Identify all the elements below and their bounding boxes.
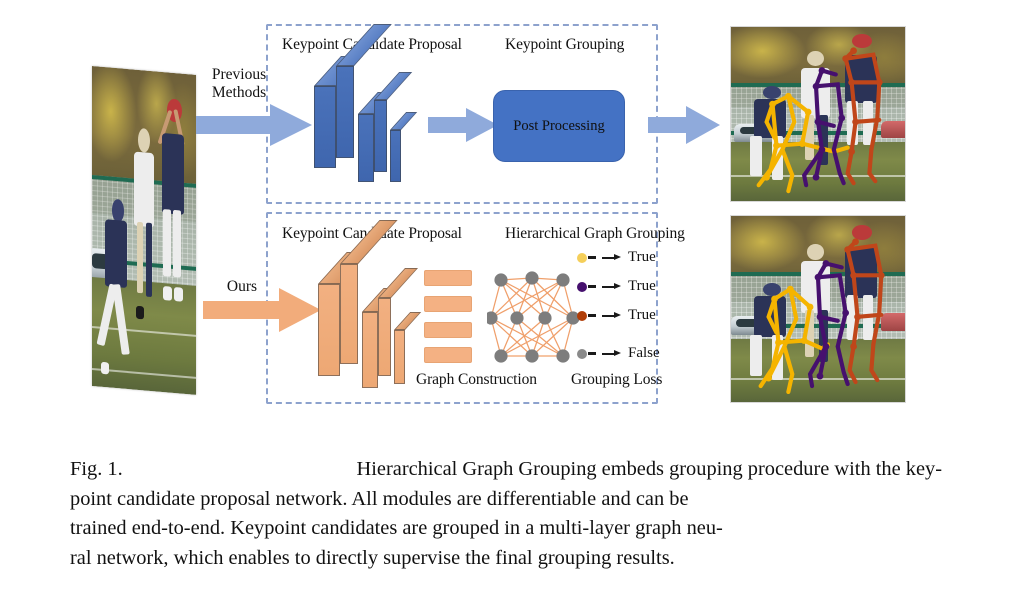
- player-navy-40: [96, 198, 138, 377]
- caption-figure-label: Fig. 1.: [70, 458, 123, 480]
- stage-label-keypoint-grouping: Keypoint Grouping: [505, 36, 625, 53]
- grouping-legend: True True True False: [577, 243, 685, 368]
- player-navy-40: [745, 86, 801, 190]
- caption-line-1-rest: Hierarchical Graph Grouping embeds group…: [356, 458, 942, 480]
- legend-label: True: [628, 307, 656, 323]
- player-white-9: [794, 51, 843, 176]
- graph-bar: [424, 322, 472, 338]
- legend-label: False: [628, 345, 660, 361]
- caption-line-4: ral network, which enables to directly s…: [70, 546, 675, 569]
- legend-dot-icon: [577, 348, 587, 359]
- caption-line-1: Fig. 1. Hierarchical Graph Grouping embe…: [70, 455, 942, 485]
- stage-label-hierarchical-graph-grouping: Hierarchical Graph Grouping: [505, 225, 685, 242]
- legend-arrow-icon: [602, 349, 621, 359]
- arrow-postprocessing-to-result: [648, 106, 722, 144]
- previous-methods-label-line2: Methods: [211, 84, 267, 102]
- player-white-9: [794, 243, 843, 374]
- figure-caption: Fig. 1. Hierarchical Graph Grouping embe…: [70, 455, 942, 573]
- legend-dot-icon: [577, 252, 587, 263]
- legend-arrow-icon: [602, 253, 621, 263]
- graph-construction-label: Graph Construction: [416, 371, 537, 388]
- legend-stub-icon: [588, 285, 596, 288]
- grouping-loss-label: Grouping Loss: [571, 371, 663, 388]
- legend-arrow-icon: [602, 282, 621, 292]
- legend-dot-icon: [577, 281, 587, 292]
- legend-arrow-icon: [602, 311, 621, 321]
- legend-row: False: [577, 339, 685, 368]
- result-photo-ours: [730, 215, 906, 403]
- caption-line-2: point candidate proposal network. All mo…: [70, 487, 689, 510]
- graph-construction-bars: [424, 270, 476, 363]
- input-photo: [92, 66, 196, 395]
- legend-stub-icon: [588, 314, 596, 317]
- cnn-blocks-blue: [312, 24, 418, 182]
- legend-stub-icon: [588, 352, 596, 355]
- legend-label: True: [628, 278, 656, 294]
- post-processing-box[interactable]: Post Processing: [493, 90, 625, 162]
- graph-bar: [424, 270, 472, 286]
- previous-methods-label-line1: Previous: [211, 66, 267, 83]
- legend-label: True: [628, 249, 656, 265]
- legend-row: True: [577, 272, 685, 301]
- arrow-input-to-cnn-top: [196, 104, 312, 146]
- figure-diagram: Previous Methods Keypoint Candidate Prop…: [0, 0, 1011, 435]
- graph-bar: [424, 347, 472, 363]
- legend-stub-icon: [588, 256, 596, 259]
- graph-bar: [424, 296, 472, 312]
- caption-line-3: trained end-to-end. Keypoint candidates …: [70, 517, 723, 540]
- legend-dot-icon: [577, 310, 587, 321]
- post-processing-label: Post Processing: [513, 117, 605, 134]
- arrow-cnn-to-postprocessing: [428, 108, 500, 142]
- cnn-blocks-orange: [316, 220, 422, 388]
- arrow-input-to-cnn-bottom: [203, 288, 321, 332]
- legend-row: True: [577, 243, 685, 272]
- player-navy-40: [745, 282, 801, 391]
- legend-row: True: [577, 301, 685, 330]
- graph-neural-network: [487, 268, 583, 366]
- previous-methods-label: Previous Methods: [203, 66, 275, 103]
- result-photo-previous: [730, 26, 906, 202]
